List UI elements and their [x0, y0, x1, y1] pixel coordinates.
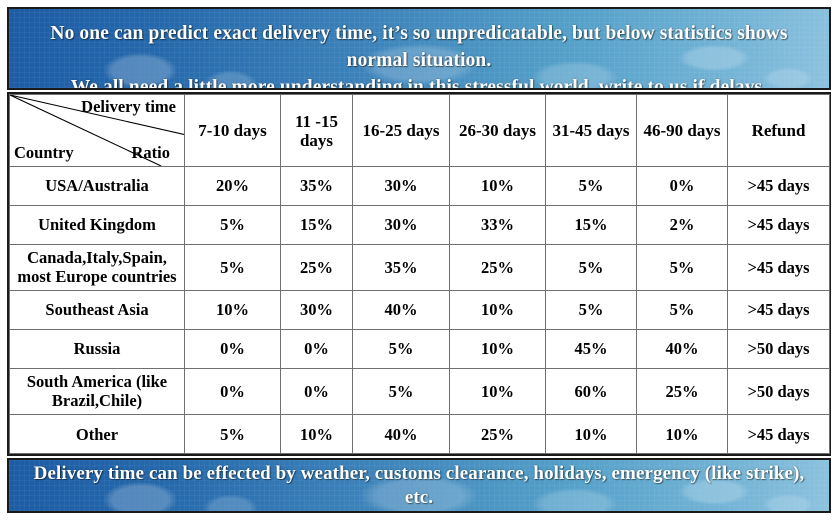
ratio-cell: 60% — [545, 367, 637, 416]
ratio-cell: 25% — [449, 414, 546, 454]
ratio-cell: 5% — [352, 367, 450, 416]
refund-cell: >45 days — [727, 166, 830, 206]
ratio-cell: 5% — [184, 204, 281, 245]
corner-label-ratio: Ratio — [131, 143, 171, 162]
ratio-cell: 25% — [280, 243, 353, 292]
table-row: Canada,Italy,Spain, most Europe countrie… — [9, 243, 830, 292]
ratio-cell: 15% — [280, 204, 353, 245]
bottom-banner-text: Delivery time can be effected by weather… — [33, 462, 805, 508]
ratio-cell: 5% — [636, 243, 728, 292]
country-label: Canada,Italy,Spain, most Europe countrie… — [9, 243, 185, 292]
ratio-cell: 10% — [449, 290, 546, 330]
ratio-cell: 40% — [352, 414, 450, 454]
country-label: South America (like Brazil,Chile) — [9, 367, 185, 416]
ratio-cell: 10% — [449, 328, 546, 369]
ratio-cell: 35% — [352, 243, 450, 292]
refund-cell: >45 days — [727, 204, 830, 245]
column-header-46-90-days: 46-90 days — [636, 94, 728, 167]
top-banner-text: No one can predict exact delivery time, … — [19, 20, 819, 90]
ratio-cell: 10% — [184, 290, 281, 330]
country-label: United Kingdom — [9, 204, 185, 245]
country-label: Southeast Asia — [9, 290, 185, 330]
ratio-cell: 2% — [636, 204, 728, 245]
table-row: South America (like Brazil,Chile) 0% 0% … — [9, 367, 830, 416]
ratio-cell: 40% — [636, 328, 728, 369]
bottom-notice-banner: Delivery time can be effected by weather… — [7, 458, 831, 513]
top-banner-line2: We all need a little more understanding … — [70, 77, 768, 90]
corner-header-cell: Delivery time Ratio Country — [9, 94, 185, 167]
table-row: USA/Australia 20% 35% 30% 10% 5% 0% >45 … — [9, 166, 830, 206]
ratio-cell: 0% — [636, 166, 728, 206]
delivery-time-table-container: Delivery time Ratio Country 7-10 days 11… — [7, 92, 831, 456]
ratio-cell: 5% — [352, 328, 450, 369]
ratio-cell: 10% — [449, 367, 546, 416]
ratio-cell: 10% — [545, 414, 637, 454]
country-label: Russia — [9, 328, 185, 369]
table-row: United Kingdom 5% 15% 30% 33% 15% 2% >45… — [9, 204, 830, 245]
top-notice-banner: No one can predict exact delivery time, … — [7, 7, 831, 90]
ratio-cell: 45% — [545, 328, 637, 369]
country-label-line1: South America (like — [26, 372, 168, 392]
refund-cell: >45 days — [727, 243, 830, 292]
country-label-line1: Canada,Italy,Spain, — [27, 248, 167, 268]
refund-cell: >50 days — [727, 367, 830, 416]
ratio-cell: 40% — [352, 290, 450, 330]
ratio-cell: 25% — [636, 367, 728, 416]
ratio-cell: 30% — [280, 290, 353, 330]
refund-cell: >45 days — [727, 290, 830, 330]
ratio-cell: 0% — [184, 367, 281, 416]
table-header-row: Delivery time Ratio Country 7-10 days 11… — [9, 94, 830, 167]
ratio-cell: 5% — [184, 414, 281, 454]
ratio-cell: 30% — [352, 204, 450, 245]
table-body: USA/Australia 20% 35% 30% 10% 5% 0% >45 … — [9, 166, 830, 454]
ratio-cell: 33% — [449, 204, 546, 245]
ratio-cell: 0% — [184, 328, 281, 369]
country-label: USA/Australia — [9, 166, 185, 206]
table-row: Russia 0% 0% 5% 10% 45% 40% >50 days — [9, 328, 830, 369]
table-row: Southeast Asia 10% 30% 40% 10% 5% 5% >45… — [9, 290, 830, 330]
ratio-cell: 35% — [280, 166, 353, 206]
ratio-cell: 10% — [449, 166, 546, 206]
ratio-cell: 20% — [184, 166, 281, 206]
refund-cell: >45 days — [727, 414, 830, 454]
ratio-cell: 0% — [280, 328, 353, 369]
column-header-11-15-days: 11 -15 days — [280, 94, 353, 167]
ratio-cell: 5% — [636, 290, 728, 330]
column-header-26-30-days: 26-30 days — [449, 94, 546, 167]
corner-label-country: Country — [14, 143, 74, 162]
country-label: Other — [9, 414, 185, 454]
delivery-time-infographic: No one can predict exact delivery time, … — [0, 0, 839, 523]
country-label-line2: most Europe countries — [17, 267, 177, 287]
ratio-cell: 10% — [636, 414, 728, 454]
ratio-cell: 5% — [545, 243, 637, 292]
table-row: Other 5% 10% 40% 25% 10% 10% >45 days — [9, 414, 830, 454]
refund-cell: >50 days — [727, 328, 830, 369]
column-header-31-45-days: 31-45 days — [545, 94, 637, 167]
column-header-refund: Refund — [727, 94, 830, 167]
corner-label-delivery-time: Delivery time — [81, 97, 176, 116]
ratio-cell: 15% — [545, 204, 637, 245]
top-banner-line1: No one can predict exact delivery time, … — [50, 23, 788, 71]
delivery-time-ratio-table: Delivery time Ratio Country 7-10 days 11… — [9, 94, 830, 454]
ratio-cell: 10% — [280, 414, 353, 454]
ratio-cell: 25% — [449, 243, 546, 292]
ratio-cell: 5% — [545, 166, 637, 206]
column-header-16-25-days: 16-25 days — [352, 94, 450, 167]
ratio-cell: 30% — [352, 166, 450, 206]
column-header-7-10-days: 7-10 days — [184, 94, 281, 167]
ratio-cell: 0% — [280, 367, 353, 416]
table-header: Delivery time Ratio Country 7-10 days 11… — [9, 94, 830, 167]
ratio-cell: 5% — [184, 243, 281, 292]
country-label-line2: Brazil,Chile) — [51, 391, 143, 411]
ratio-cell: 5% — [545, 290, 637, 330]
